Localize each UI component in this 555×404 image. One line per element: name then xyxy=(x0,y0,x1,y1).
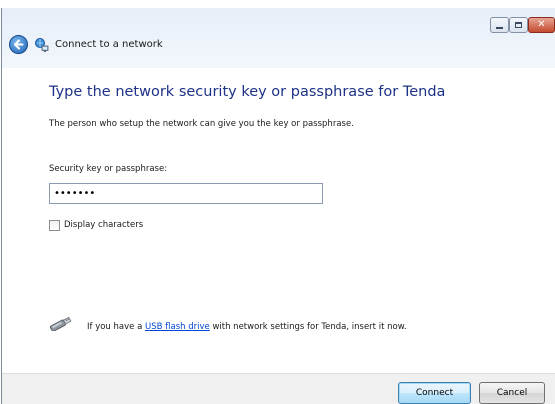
connect-dialog: ✕ Connect to a network Type the network … xyxy=(1,8,555,404)
button-bar: Connect Cancel xyxy=(2,373,555,404)
security-key-input[interactable] xyxy=(49,183,323,204)
usb-hint-suffix: with network settings for Tenda, insert … xyxy=(209,322,407,332)
back-arrow-icon xyxy=(14,39,24,50)
content-area: Type the network security key or passphr… xyxy=(2,68,555,373)
usb-hint: If you have a USB flash drive with netwo… xyxy=(87,322,407,332)
display-characters-checkbox[interactable] xyxy=(49,219,60,231)
usb-hint-prefix: If you have a xyxy=(87,322,145,332)
usb-flash-drive-link[interactable]: USB flash drive xyxy=(145,322,210,332)
close-icon: ✕ xyxy=(537,19,546,30)
minimize-icon xyxy=(496,26,503,29)
maximize-icon xyxy=(515,22,522,28)
close-button[interactable]: ✕ xyxy=(528,17,555,33)
security-key-label: Security key or passphrase: xyxy=(49,164,168,174)
cancel-button[interactable]: Cancel xyxy=(479,382,545,404)
description-text: The person who setup the network can giv… xyxy=(49,119,354,129)
network-connection-icon xyxy=(35,38,49,52)
page-heading: Type the network security key or passphr… xyxy=(49,84,446,100)
usb-drive-icon xyxy=(50,317,72,331)
back-button[interactable] xyxy=(9,35,28,54)
maximize-button[interactable] xyxy=(509,17,528,33)
connect-button[interactable]: Connect xyxy=(398,382,471,404)
display-characters-option[interactable]: Display characters xyxy=(49,218,143,232)
title-bar: ✕ Connect to a network xyxy=(2,8,555,68)
minimize-button[interactable] xyxy=(490,17,509,33)
display-characters-label[interactable]: Display characters xyxy=(64,220,143,230)
top-strip xyxy=(0,0,555,8)
window-title: Connect to a network xyxy=(55,39,163,50)
